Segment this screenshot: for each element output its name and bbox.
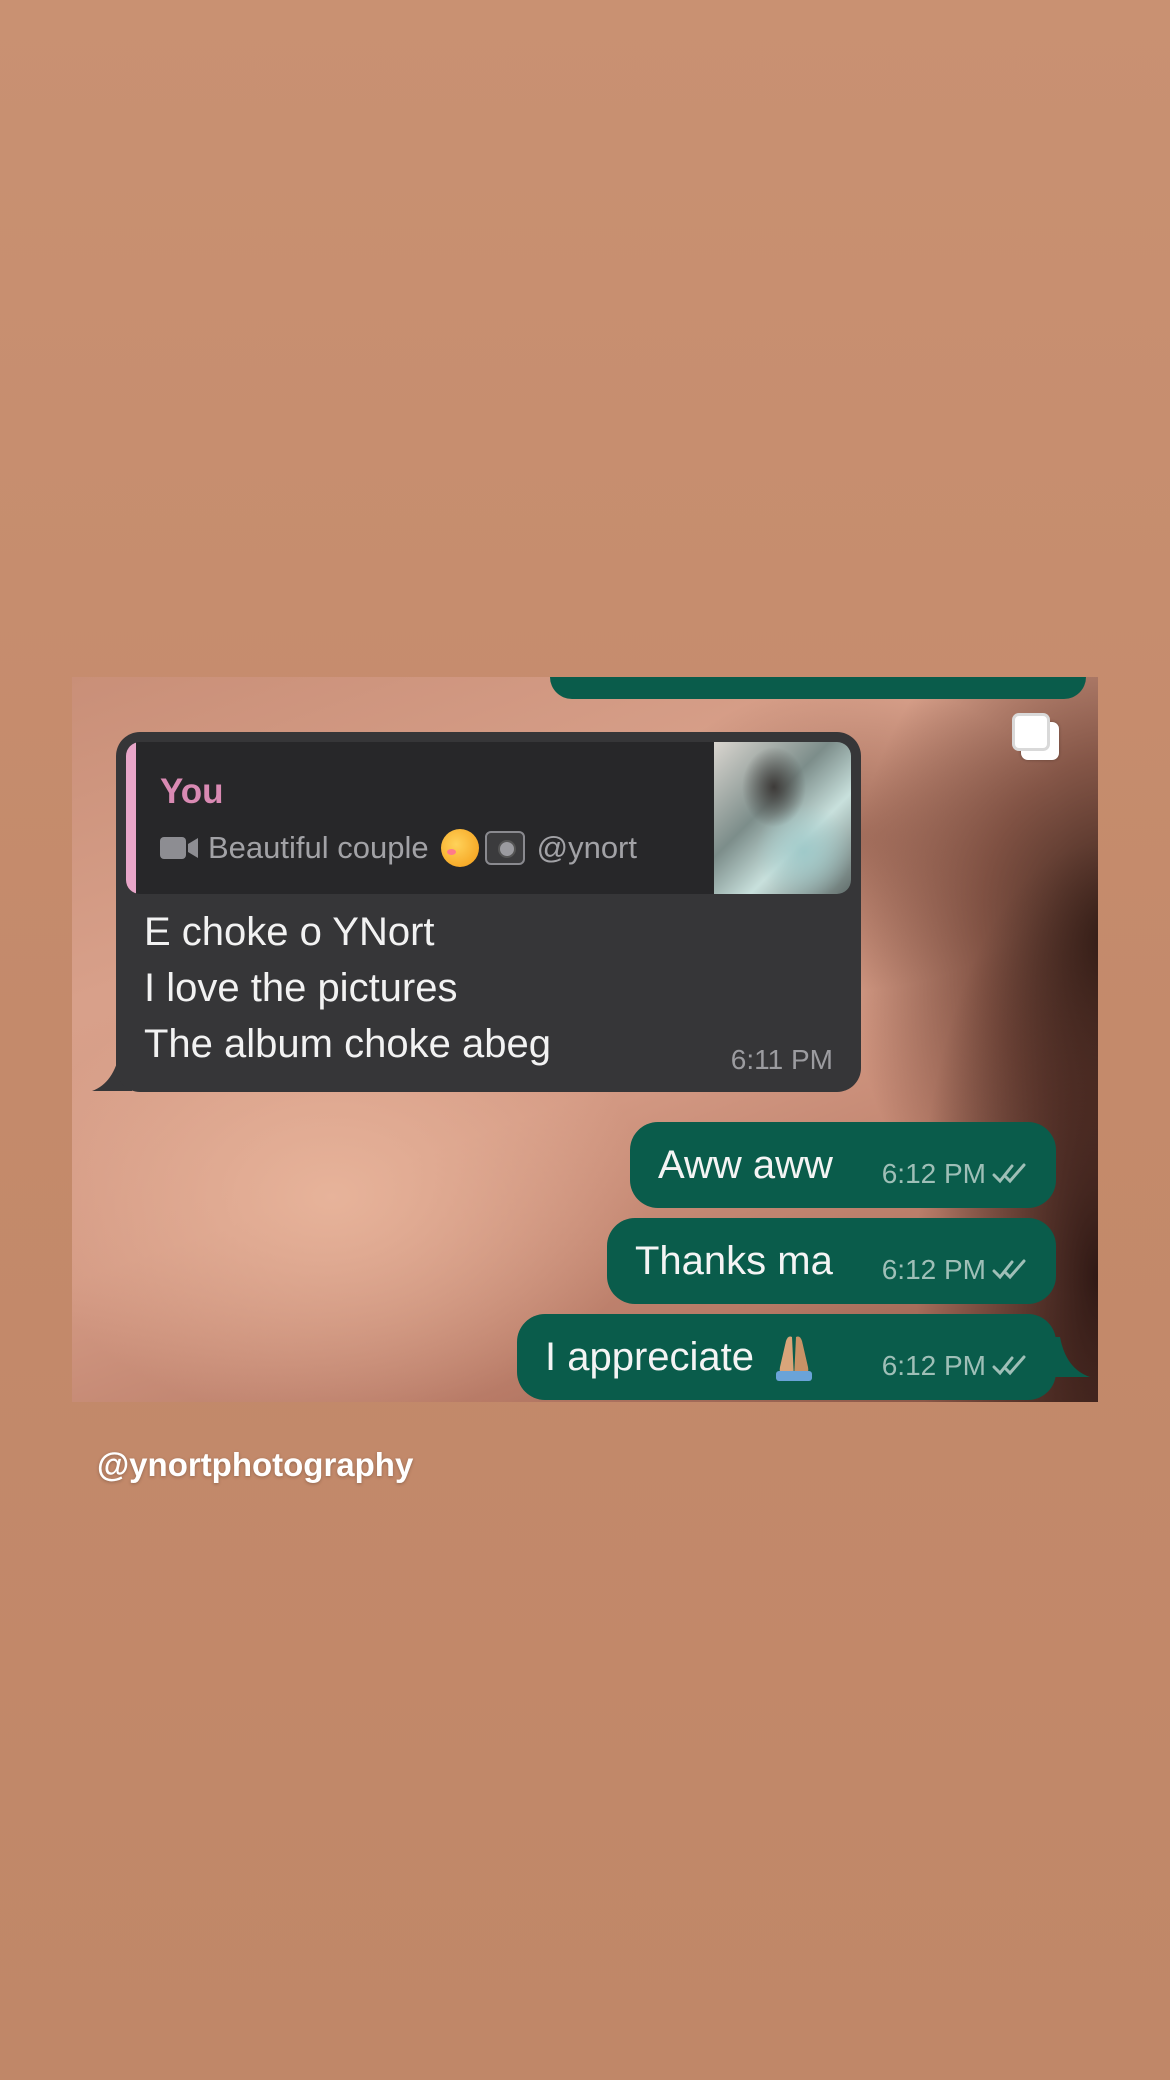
chat-screenshot[interactable]: You Beautiful couple @ynort E choke o YN… (72, 677, 1098, 1402)
message-timestamp: 6:12 PM (881, 1254, 986, 1285)
message-text: Thanks ma (635, 1238, 833, 1283)
video-camera-icon (160, 837, 198, 859)
message-line-2: I love the pictures (144, 966, 458, 1010)
quote-caption-line: Beautiful couple @ynort (160, 828, 637, 868)
double-check-icon (992, 1163, 1026, 1184)
message-timestamp: 6:12 PM (881, 1158, 986, 1189)
story-handle-tag[interactable]: @ynortphotography (97, 1446, 413, 1484)
multiple-images-icon[interactable] (1012, 713, 1062, 763)
outgoing-message-bubble[interactable]: Aww aww 6:12 PM (630, 1122, 1056, 1208)
double-check-icon (992, 1355, 1026, 1376)
quote-mention: @ynort (536, 830, 637, 865)
camera-with-flash-emoji (484, 831, 525, 865)
quote-accent-bar (126, 742, 136, 894)
message-line-3: The album choke abeg (144, 1022, 551, 1066)
incoming-message-bubble[interactable]: You Beautiful couple @ynort E choke o YN… (116, 732, 861, 1092)
quote-thumbnail[interactable] (714, 742, 851, 894)
message-meta: 6:12 PM (882, 1158, 1032, 1190)
message-line-1: E choke o YNort (144, 910, 435, 954)
folded-hands-emoji (776, 1336, 813, 1381)
quoted-reply[interactable]: You Beautiful couple @ynort (126, 742, 851, 894)
previous-message-bubble (550, 677, 1086, 699)
message-timestamp: 6:12 PM (881, 1350, 986, 1381)
message-text: I appreciate (545, 1334, 755, 1379)
quote-caption: Beautiful couple (208, 830, 429, 865)
outgoing-message-bubble[interactable]: Thanks ma 6:12 PM (607, 1218, 1056, 1304)
message-timestamp: 6:11 PM (730, 1044, 833, 1075)
message-meta: 6:12 PM (882, 1254, 1032, 1286)
double-check-icon (992, 1259, 1026, 1280)
smiling-face-with-hearts-emoji (440, 829, 479, 867)
message-meta: 6:12 PM (882, 1350, 1032, 1382)
outgoing-bubble-tail (1050, 1337, 1090, 1377)
quote-author: You (160, 772, 224, 811)
message-text: Aww aww (658, 1142, 833, 1187)
outgoing-message-bubble[interactable]: I appreciate 6:12 PM (517, 1314, 1056, 1400)
story-canvas: You Beautiful couple @ynort E choke o YN… (0, 0, 1170, 2080)
